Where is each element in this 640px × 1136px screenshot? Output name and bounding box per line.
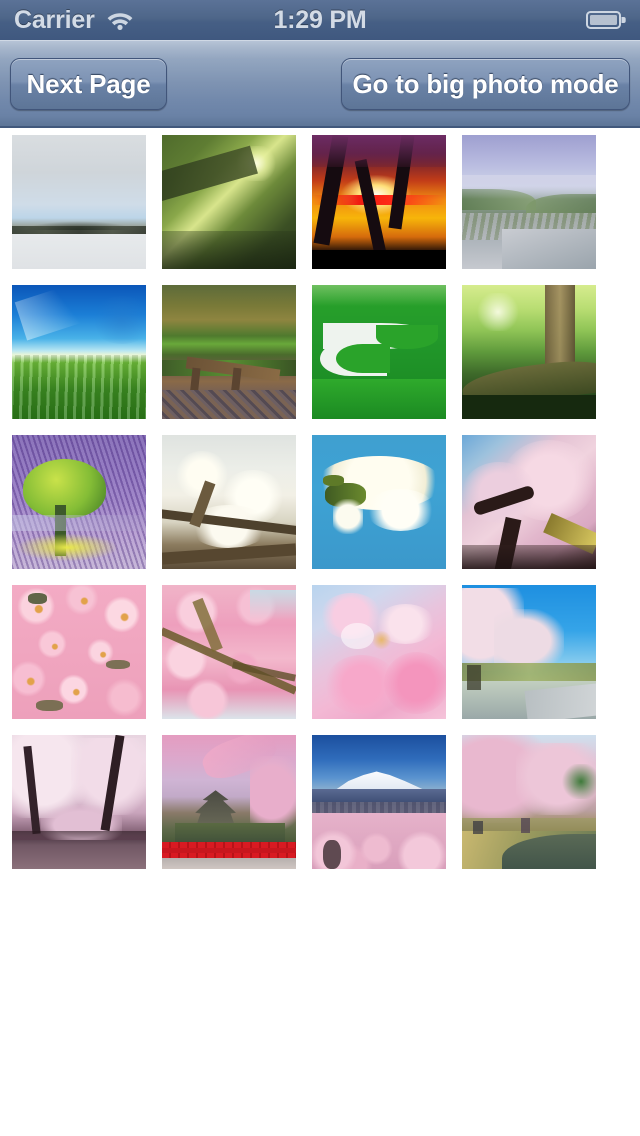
photo-grid-row bbox=[12, 735, 640, 885]
photo-image-9 bbox=[12, 435, 146, 569]
photo-image-14 bbox=[162, 585, 296, 719]
photo-image-2 bbox=[162, 135, 296, 269]
battery-icon bbox=[586, 10, 626, 30]
photo-image-1 bbox=[12, 135, 146, 269]
photo-thumbnail-13[interactable] bbox=[12, 585, 146, 719]
photo-grid-row bbox=[12, 135, 640, 285]
photo-grid-scroll-view[interactable] bbox=[0, 130, 640, 1136]
status-bar-right bbox=[586, 0, 626, 40]
photo-image-7 bbox=[312, 285, 446, 419]
navigation-bar: Next Page Go to big photo mode bbox=[0, 40, 640, 128]
photo-thumbnail-4[interactable] bbox=[462, 135, 596, 269]
photo-grid-row bbox=[12, 585, 640, 735]
photo-thumbnail-16[interactable] bbox=[462, 585, 596, 719]
photo-grid-container bbox=[0, 130, 640, 885]
photo-image-11 bbox=[312, 435, 446, 569]
photo-thumbnail-17[interactable] bbox=[12, 735, 146, 869]
app-screen: Carrier 1:29 PM Next Page Go to big phot… bbox=[0, 0, 640, 1136]
photo-image-15 bbox=[312, 585, 446, 719]
photo-image-13 bbox=[12, 585, 146, 719]
photo-thumbnail-1[interactable] bbox=[12, 135, 146, 269]
photo-thumbnail-11[interactable] bbox=[312, 435, 446, 569]
next-page-button[interactable]: Next Page bbox=[10, 58, 167, 110]
photo-thumbnail-19[interactable] bbox=[312, 735, 446, 869]
photo-image-17 bbox=[12, 735, 146, 869]
photo-image-18 bbox=[162, 735, 296, 869]
photo-thumbnail-10[interactable] bbox=[162, 435, 296, 569]
photo-image-19 bbox=[312, 735, 446, 869]
photo-grid-row bbox=[12, 435, 640, 585]
photo-image-4 bbox=[462, 135, 596, 269]
photo-image-16 bbox=[462, 585, 596, 719]
photo-thumbnail-8[interactable] bbox=[462, 285, 596, 419]
photo-image-8 bbox=[462, 285, 596, 419]
carrier-label: Carrier bbox=[14, 5, 95, 34]
photo-thumbnail-15[interactable] bbox=[312, 585, 446, 719]
photo-image-5 bbox=[12, 285, 146, 419]
photo-thumbnail-12[interactable] bbox=[462, 435, 596, 569]
photo-thumbnail-2[interactable] bbox=[162, 135, 296, 269]
photo-thumbnail-3[interactable] bbox=[312, 135, 446, 269]
photo-image-12 bbox=[462, 435, 596, 569]
photo-thumbnail-14[interactable] bbox=[162, 585, 296, 719]
wifi-icon bbox=[105, 9, 135, 31]
photo-thumbnail-7[interactable] bbox=[312, 285, 446, 419]
photo-image-6 bbox=[162, 285, 296, 419]
photo-thumbnail-6[interactable] bbox=[162, 285, 296, 419]
photo-thumbnail-18[interactable] bbox=[162, 735, 296, 869]
status-time: 1:29 PM bbox=[273, 5, 367, 34]
go-to-big-photo-mode-button[interactable]: Go to big photo mode bbox=[341, 58, 630, 110]
photo-image-10 bbox=[162, 435, 296, 569]
status-bar-left: Carrier bbox=[0, 6, 135, 35]
photo-image-20 bbox=[462, 735, 596, 869]
photo-thumbnail-20[interactable] bbox=[462, 735, 596, 869]
photo-image-3 bbox=[312, 135, 446, 269]
photo-thumbnail-9[interactable] bbox=[12, 435, 146, 569]
photo-grid-row bbox=[12, 285, 640, 435]
photo-thumbnail-5[interactable] bbox=[12, 285, 146, 419]
status-bar: Carrier 1:29 PM bbox=[0, 0, 640, 40]
